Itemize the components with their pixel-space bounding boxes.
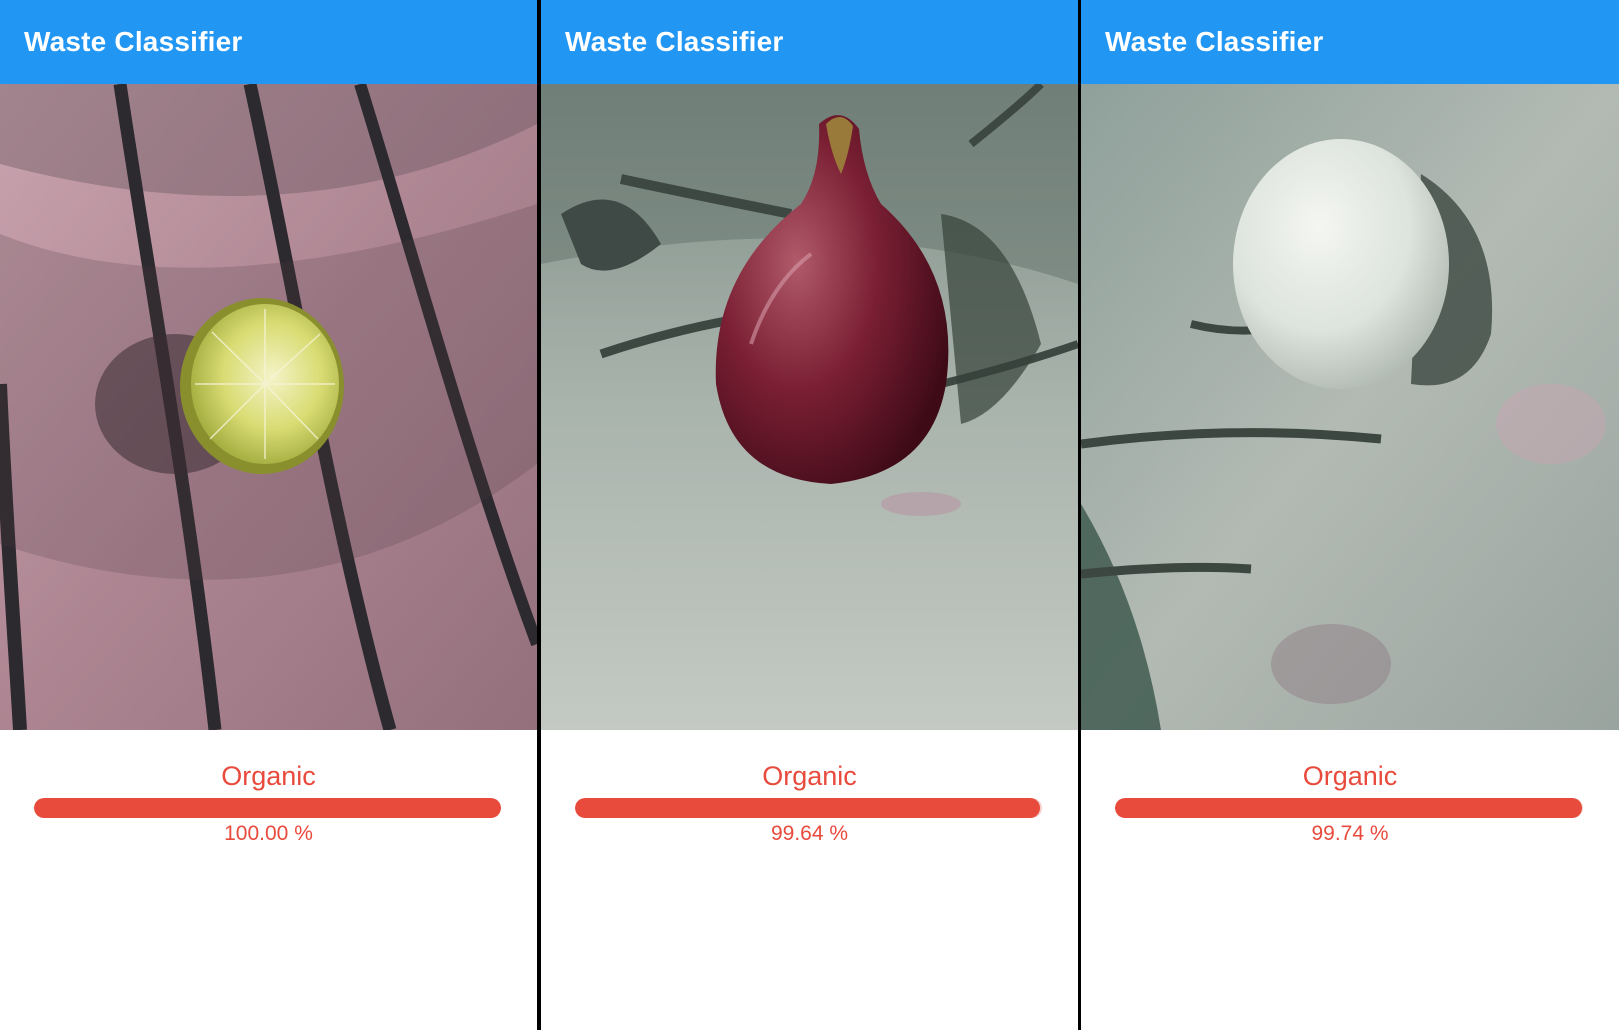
confidence-bar-fill [575, 798, 1041, 818]
screenshots-row: Waste Classifier Organic 100.00 % Waste … [0, 0, 1619, 1030]
phone-screen-2: Waste Classifier Organic 99.64 % [541, 0, 1078, 1030]
class-label: Organic [221, 761, 316, 791]
app-title: Waste Classifier [1105, 26, 1324, 57]
class-label: Organic [762, 761, 857, 791]
app-title: Waste Classifier [24, 26, 243, 57]
lime-half-photo [0, 84, 537, 730]
app-bar: Waste Classifier [0, 0, 537, 84]
confidence-bar [1115, 798, 1583, 818]
phone-screen-3: Waste Classifier Organic 99.74 % [1081, 0, 1619, 1030]
app-bar: Waste Classifier [1081, 0, 1619, 84]
phone-screen-1: Waste Classifier Organic 100.00 % [0, 0, 537, 1030]
confidence-bar-fill [1115, 798, 1582, 818]
app-title: Waste Classifier [565, 26, 784, 57]
app-bar: Waste Classifier [541, 0, 1078, 84]
confidence-bar-fill [34, 798, 501, 818]
confidence-percent: 100.00 % [224, 822, 313, 845]
confidence-percent: 99.74 % [1311, 822, 1389, 845]
classification-result: Organic 99.64 % [541, 730, 1078, 846]
egg-photo [1081, 84, 1619, 730]
classification-result: Organic 100.00 % [0, 730, 537, 846]
class-label: Organic [1302, 761, 1398, 791]
red-onion-photo [541, 84, 1078, 730]
classification-result: Organic 99.74 % [1081, 730, 1619, 846]
confidence-bar [34, 798, 501, 818]
confidence-bar [575, 798, 1042, 818]
confidence-percent: 99.64 % [770, 822, 849, 845]
